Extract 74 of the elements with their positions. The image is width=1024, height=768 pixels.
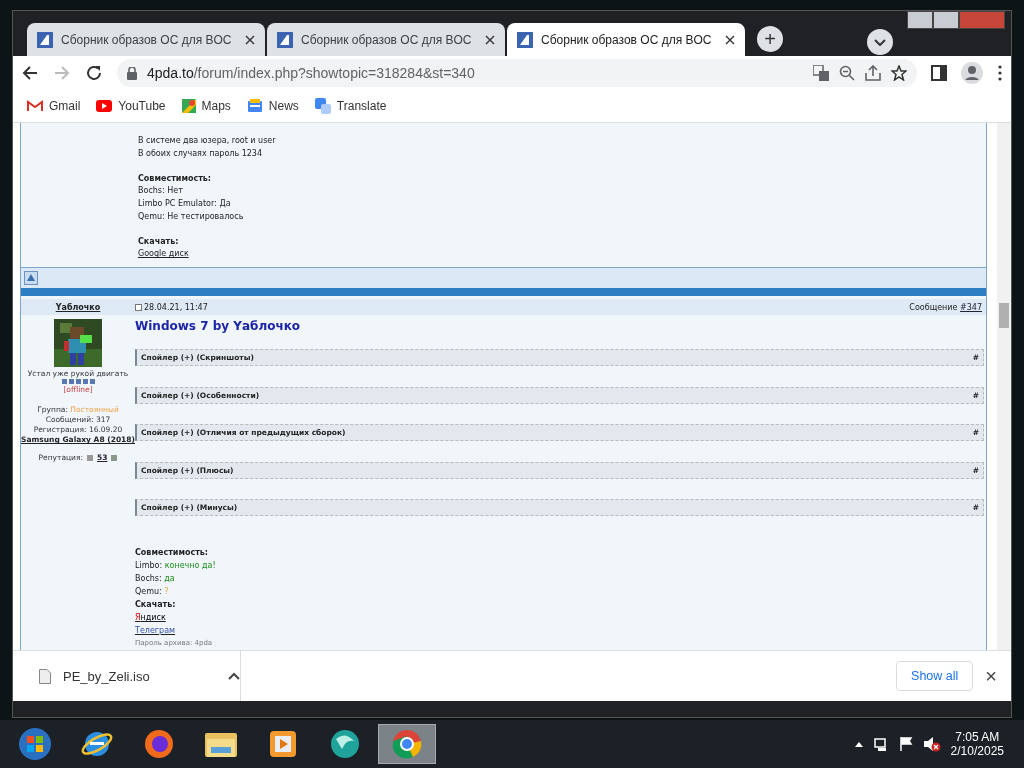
translate-icon[interactable]	[314, 98, 331, 114]
bookmark-link[interactable]: News	[268, 99, 299, 113]
site-logo-icon	[37, 31, 53, 48]
reload-icon[interactable]	[85, 64, 103, 82]
tab-search-button[interactable]	[867, 29, 893, 55]
zoom-out-icon[interactable]	[839, 65, 855, 81]
close-icon[interactable]	[485, 34, 495, 45]
browser-tab[interactable]: Сборник образов ОС для BOC	[507, 23, 745, 56]
bookmark-link[interactable]: Translate	[336, 99, 387, 113]
compat-line: Qemu: ?	[135, 587, 169, 596]
clock-date[interactable]: 2/10/2025	[950, 744, 1004, 758]
close-icon[interactable]	[245, 34, 255, 45]
map-pin-icon[interactable]	[181, 99, 196, 113]
bookmark-link[interactable]: YouTube	[118, 99, 166, 113]
post-text: В обоих случаях пароль 1234	[138, 147, 264, 160]
section-heading: Скачать:	[135, 600, 176, 609]
compat-line: Limbo: конечно да!	[135, 561, 216, 570]
menu-icon[interactable]	[997, 65, 1003, 81]
back-icon[interactable]	[21, 64, 39, 82]
network-icon[interactable]	[872, 736, 889, 752]
globe-app-icon[interactable]	[328, 727, 362, 761]
show-all-button[interactable]: Show all	[896, 661, 974, 691]
compat-line: Bochs: да	[135, 574, 175, 583]
lock-icon	[127, 66, 137, 80]
download-link[interactable]: Яндиск	[135, 613, 166, 622]
section-heading: Совместимость:	[135, 548, 209, 557]
site-logo-icon	[277, 31, 293, 48]
minimize-button[interactable]	[907, 11, 933, 29]
download-link[interactable]: Google диск	[138, 249, 189, 259]
section-heading: Скачать:	[138, 235, 180, 248]
plus-square-icon[interactable]	[111, 455, 118, 462]
section-heading: Совместимость:	[138, 172, 213, 185]
rank-pips-icon	[61, 379, 95, 386]
post-text: В системе два юзера, root и user	[138, 135, 277, 147]
author-name[interactable]: Yаблочко	[55, 302, 101, 312]
profile-icon[interactable]	[961, 62, 983, 84]
close-downloads-button[interactable]: ×	[985, 664, 997, 688]
caret-up-icon[interactable]	[854, 741, 863, 747]
browser-tab[interactable]: Сборник образов ОС для BOC	[267, 23, 505, 56]
clock-time[interactable]: 7:05 AM	[955, 730, 1000, 744]
site-logo-icon	[517, 31, 533, 48]
browser-tab[interactable]: Сборник образов ОС для BOC	[27, 23, 265, 56]
mail-icon[interactable]	[27, 100, 43, 112]
bookmark-link[interactable]: Maps	[201, 99, 231, 113]
download-filename[interactable]: PE_by_Zeli.iso	[63, 668, 216, 684]
post-title: Windows 7 by Yаблочко	[135, 319, 301, 334]
muted-speaker-icon[interactable]	[922, 736, 941, 752]
post-number: Сообщение #347	[909, 302, 983, 312]
translate-icon[interactable]	[813, 65, 829, 81]
file-icon	[39, 668, 51, 684]
minus-square-icon[interactable]	[87, 455, 93, 462]
post-date: 28.04.21, 11:47	[144, 302, 208, 312]
bookmark-link[interactable]: Gmail	[49, 99, 81, 113]
post-text: Bochs: Нет	[138, 185, 184, 198]
share-icon[interactable]	[865, 65, 881, 81]
post-text: Limbo PC Emulator: Да	[138, 197, 232, 210]
maximize-button[interactable]	[933, 11, 959, 29]
chevron-down-icon	[874, 39, 886, 46]
post-text: Qemu: Не тестировалось	[138, 210, 245, 223]
address-bar[interactable]: 4pda.to/forum/index.php?showtopic=318284&st=340	[117, 59, 917, 87]
chevron-up-icon[interactable]	[228, 672, 240, 680]
scroll-up-icon[interactable]	[24, 271, 38, 286]
new-tab-button[interactable]: +	[757, 26, 783, 52]
flag-icon[interactable]	[898, 736, 913, 752]
play-icon[interactable]	[267, 728, 299, 760]
close-icon[interactable]	[725, 34, 735, 45]
fox-globe-icon[interactable]	[142, 727, 176, 761]
star-icon[interactable]	[891, 65, 907, 81]
scrollbar[interactable]	[997, 123, 1011, 650]
post-checkbox-icon[interactable]	[135, 303, 142, 311]
chrome-icon[interactable]	[390, 727, 424, 761]
download-link[interactable]: Телеграм	[135, 626, 176, 635]
side-panel-icon[interactable]	[931, 65, 947, 81]
newspaper-icon[interactable]	[246, 99, 263, 113]
